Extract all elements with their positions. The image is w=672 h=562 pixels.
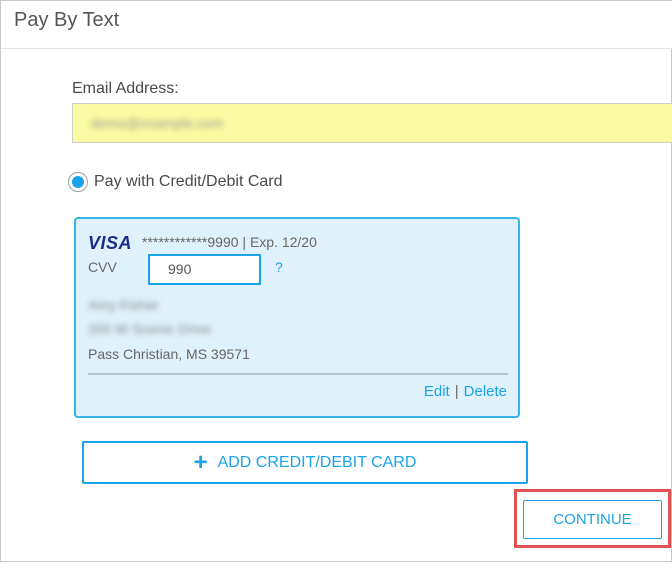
cardholder-name: Amy Fisher: [88, 297, 159, 313]
delete-card-link[interactable]: Delete: [464, 383, 507, 400]
card-divider: [88, 373, 508, 375]
cvv-help-link[interactable]: ?: [275, 259, 283, 275]
billing-street: 200 W Scenic Drive: [88, 321, 211, 337]
dialog-header: Pay By Text: [1, 1, 672, 49]
saved-card-panel[interactable]: VISA ************9990 | Exp. 12/20 CVV 9…: [74, 217, 520, 418]
radio-selected-icon[interactable]: [68, 172, 88, 192]
add-card-label: ADD CREDIT/DEBIT CARD: [217, 453, 417, 471]
visa-logo-icon: VISA: [88, 233, 133, 253]
add-card-button[interactable]: + ADD CREDIT/DEBIT CARD: [82, 441, 528, 484]
edit-card-link[interactable]: Edit: [424, 383, 450, 400]
email-field[interactable]: demo@example.com: [72, 103, 672, 143]
pay-with-card-option[interactable]: Pay with Credit/Debit Card: [68, 170, 283, 194]
card-actions: Edit | Delete: [424, 383, 507, 400]
dialog-title: Pay By Text: [14, 9, 120, 31]
action-separator: |: [454, 383, 459, 400]
email-label: Email Address:: [72, 80, 179, 97]
pay-with-card-label: Pay with Credit/Debit Card: [94, 173, 283, 190]
cvv-input[interactable]: 990: [148, 254, 261, 285]
billing-city-state-zip: Pass Christian, MS 39571: [88, 346, 250, 362]
continue-button[interactable]: CONTINUE: [523, 500, 662, 539]
card-number-expiry: ************9990 | Exp. 12/20: [142, 234, 317, 250]
email-value: demo@example.com: [91, 115, 224, 131]
dialog: Pay By Text Email Address: demo@example.…: [0, 0, 672, 562]
plus-icon: +: [193, 448, 208, 476]
cvv-label: CVV: [88, 259, 117, 275]
